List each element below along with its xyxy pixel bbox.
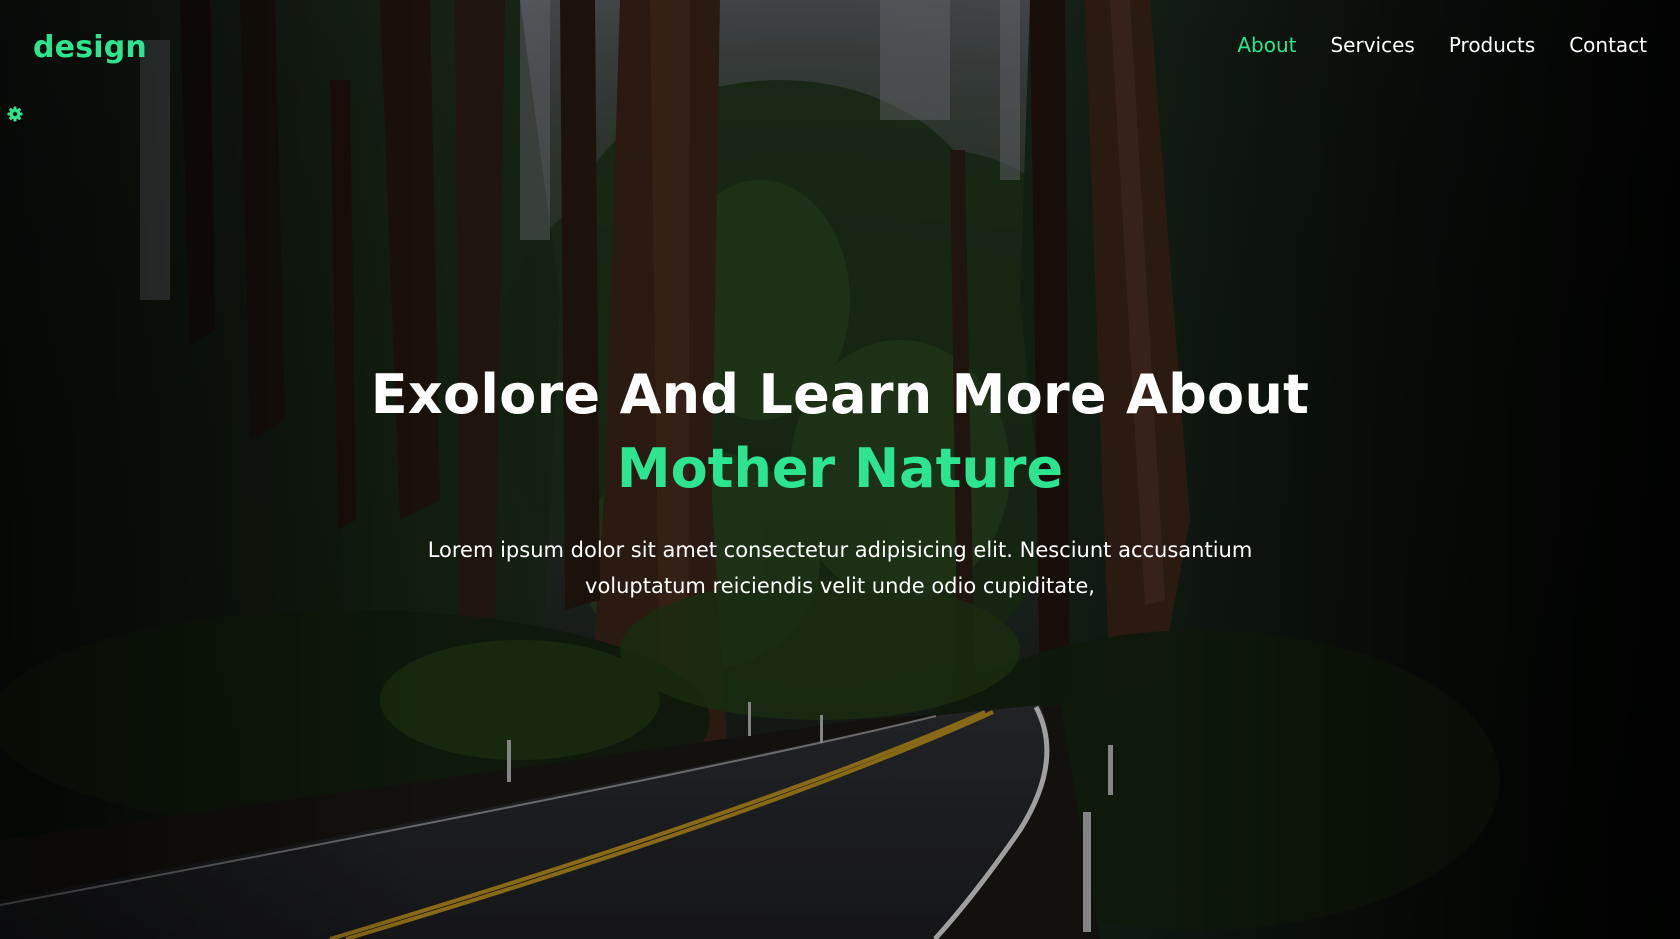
nav-products[interactable]: Products bbox=[1449, 33, 1535, 57]
hero-section: design About Services Products Contact E… bbox=[0, 0, 1680, 939]
main-nav: About Services Products Contact bbox=[1237, 33, 1647, 57]
nav-about[interactable]: About bbox=[1237, 33, 1296, 57]
hero-heading: Exolore And Learn More About Mother Natu… bbox=[0, 358, 1680, 506]
nav-services[interactable]: Services bbox=[1330, 33, 1414, 57]
gear-icon[interactable] bbox=[7, 106, 23, 122]
hero-title: Exolore And Learn More About bbox=[370, 363, 1310, 426]
hero-description: Lorem ipsum dolor sit amet consectetur a… bbox=[427, 538, 1253, 598]
nav-contact[interactable]: Contact bbox=[1569, 33, 1647, 57]
site-logo[interactable]: design bbox=[33, 30, 147, 65]
hero-title-accent: Mother Nature bbox=[616, 437, 1064, 500]
